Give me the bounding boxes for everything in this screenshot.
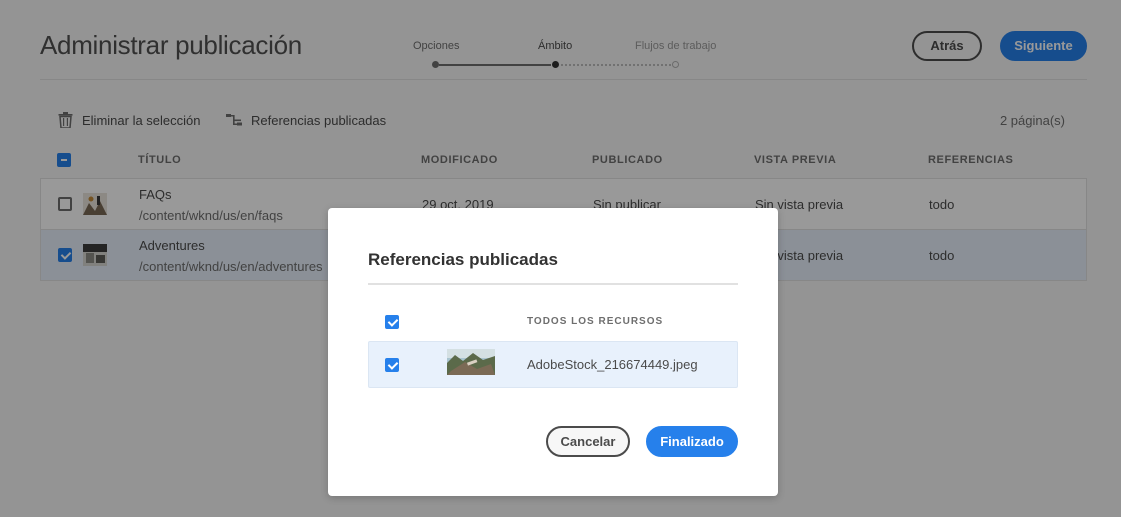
all-assets-header: TODOS LOS RECURSOS <box>527 316 664 327</box>
manage-publication-page: Administrar publicación Opciones Ámbito … <box>0 0 1121 517</box>
published-references-dialog: Referencias publicadas TODOS LOS RECURSO… <box>328 208 778 496</box>
dialog-title: Referencias publicadas <box>368 250 558 269</box>
select-all-assets-checkbox[interactable] <box>385 315 399 329</box>
asset-filename: AdobeStock_216674449.jpeg <box>527 357 698 372</box>
dialog-divider <box>368 283 738 285</box>
cancel-button[interactable]: Cancelar <box>546 426 630 457</box>
asset-thumbnail <box>447 349 495 375</box>
done-button[interactable]: Finalizado <box>646 426 738 457</box>
asset-row[interactable]: AdobeStock_216674449.jpeg <box>368 341 738 388</box>
asset-checkbox[interactable] <box>385 358 399 372</box>
